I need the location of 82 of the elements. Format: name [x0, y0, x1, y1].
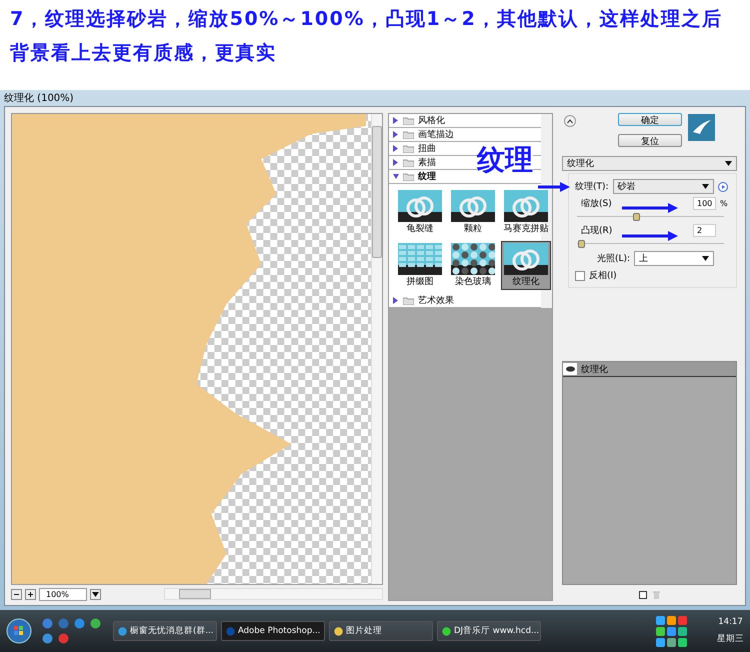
light-label: 光照(L):	[597, 252, 630, 265]
folder-icon	[403, 144, 414, 152]
filter-item[interactable]: 颗粒	[448, 188, 498, 237]
quick-launch-icon[interactable]	[42, 633, 53, 644]
filter-group[interactable]: 艺术效果	[393, 294, 454, 307]
app-icon	[118, 626, 127, 636]
filter-thumbnail	[398, 190, 442, 222]
arrow	[622, 203, 678, 213]
folder-icon	[403, 158, 414, 166]
taskbar-button[interactable]: 橱窗无忧消息群(群...	[113, 621, 217, 641]
app-icon	[334, 626, 343, 636]
dialog-button[interactable]: 确定	[618, 113, 682, 126]
value-field[interactable]: 100	[693, 197, 716, 210]
bird-logo-icon	[688, 114, 715, 141]
light-select[interactable]: 上	[634, 251, 714, 266]
caption-text: 7，纹理选择砂岩，缩放50%～100%，凸现1～2，其他默认，这样处理之后	[10, 7, 724, 32]
taskbar-button[interactable]: 图片处理	[329, 621, 433, 641]
clock-day: 星期三	[717, 633, 744, 645]
slider-thumb[interactable]	[632, 213, 640, 221]
folder-icon	[403, 172, 414, 180]
caret-icon	[702, 184, 709, 189]
expand-triangle-icon	[393, 297, 399, 304]
filter-thumbnail	[504, 243, 548, 275]
clock-time: 14:17	[718, 617, 743, 627]
collapse-triangle-icon	[393, 173, 399, 180]
app-icon	[442, 626, 451, 636]
relief-label: 凸现(R)	[581, 224, 612, 237]
filter-thumbnail	[451, 243, 495, 275]
value-field[interactable]: 2	[693, 224, 716, 237]
app-icon	[226, 626, 235, 636]
filter-thumbnail	[504, 190, 548, 222]
zoom-field[interactable]: 100%	[39, 588, 87, 600]
filter-select[interactable]: 纹理化	[562, 156, 737, 171]
caption-text: 背景看上去更有质感，更真实	[10, 41, 278, 66]
filter-item[interactable]: 染色玻璃	[448, 241, 498, 290]
layer-row[interactable]: 纹理化	[563, 362, 736, 377]
start-button[interactable]	[6, 618, 32, 644]
caret-icon	[92, 592, 99, 596]
collapse-icon[interactable]	[564, 115, 576, 127]
unit-label: %	[720, 199, 728, 208]
annotation-label: 纹理	[477, 144, 533, 176]
arrow	[622, 231, 678, 241]
new-layer-icon[interactable]	[639, 591, 647, 599]
dialog-button[interactable]: 复位	[618, 134, 682, 147]
filter-group[interactable]: 风格化	[393, 114, 445, 127]
arrow	[538, 182, 570, 192]
texture-select[interactable]: 砂岩	[612, 179, 714, 194]
invert-label: 反相(I)	[589, 270, 617, 282]
filter-group[interactable]: 画笔描边	[393, 128, 454, 141]
filter-thumbnail	[398, 243, 442, 275]
filter-group[interactable]: 纹理	[393, 170, 436, 183]
caret-icon	[725, 161, 732, 166]
zoom-in-button[interactable]	[25, 588, 36, 600]
scaling-label: 缩放(S)	[581, 198, 612, 210]
filter-item[interactable]: 龟裂缝	[395, 188, 445, 237]
folder-icon	[403, 116, 414, 124]
folder-icon	[403, 130, 414, 138]
quick-launch-icon[interactable]	[58, 633, 69, 644]
taskbar-button[interactable]: DJ音乐厅 www.hcd...	[437, 621, 541, 641]
minus-icon	[14, 592, 19, 596]
taskbar-button[interactable]: Adobe Photoshop...	[221, 621, 325, 641]
quick-launch-icon[interactable]	[42, 618, 53, 629]
zoom-dropdown-button[interactable]	[90, 588, 101, 600]
quick-launch-icon[interactable]	[90, 618, 101, 629]
plus-icon	[28, 592, 33, 596]
filter-group[interactable]: 素描	[393, 156, 436, 169]
slider-thumb[interactable]	[578, 240, 586, 248]
eye-icon[interactable]	[566, 366, 574, 372]
texture-label: 纹理(T):	[575, 180, 609, 193]
filter-thumbnail	[451, 190, 495, 222]
quick-launch-icon[interactable]	[74, 618, 85, 629]
folder-icon	[403, 296, 414, 304]
invert-checkbox[interactable]	[575, 270, 585, 280]
horizontal-scrollbar[interactable]	[164, 588, 383, 600]
zoom-out-button[interactable]	[11, 588, 22, 600]
filter-item[interactable]: 纹理化	[501, 241, 551, 290]
window-title: 纹理化 (100%)	[4, 92, 74, 105]
caret-icon	[702, 256, 710, 261]
filter-item[interactable]: 拼缀图	[395, 241, 445, 290]
filter-group[interactable]: 扭曲	[393, 142, 436, 155]
filter-item[interactable]: 马赛克拼贴	[501, 188, 551, 237]
vertical-scrollbar[interactable]	[371, 114, 382, 584]
